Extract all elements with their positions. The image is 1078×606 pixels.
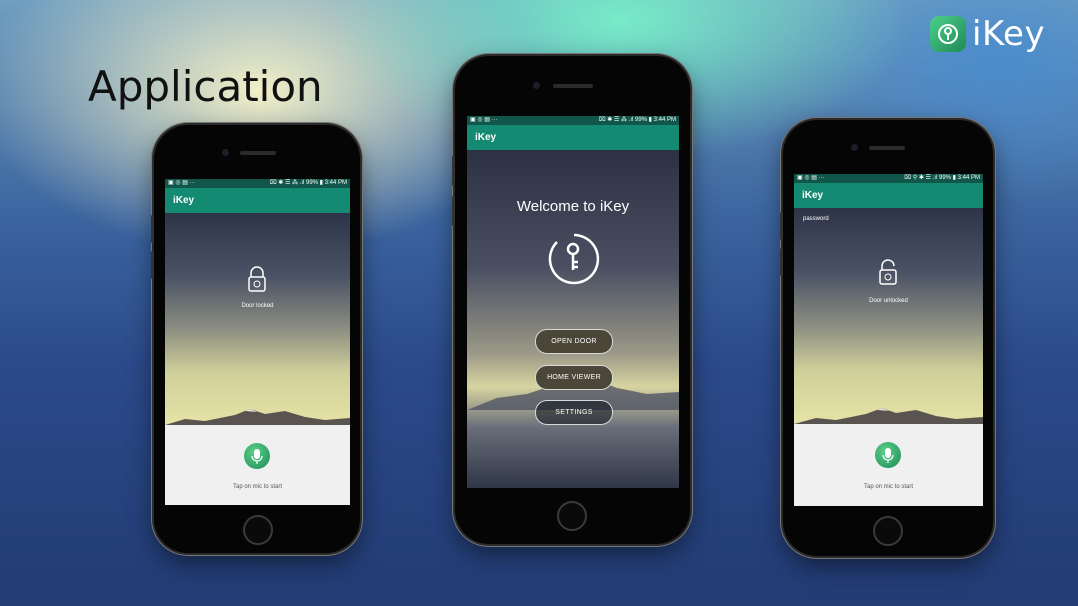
- earpiece: [553, 84, 593, 88]
- phone-screen: ▣ ◎ ▤ ··· ⌧ ✱ ☰ ⁂ .ıl 99% ▮ 3:44 PM iKey…: [165, 179, 350, 505]
- phone-unlocked: ▣ ◎ ▤ ··· ⌧ ⚲ ✱ ☰ .ıl 99% ▮ 3:44 PM iKey…: [780, 120, 993, 556]
- front-camera: [222, 149, 229, 156]
- brand-name: iKey: [972, 14, 1046, 54]
- phone-welcome: ▣ ◎ ▤ ··· ⌧ ✱ ☰ ⁂ .ıl 99% ▮ 3:44 PM iKey…: [452, 56, 690, 544]
- app-bar: iKey: [467, 125, 679, 150]
- status-right: ⌧ ⚲ ✱ ☰ .ıl 99% ▮ 3:44 PM: [904, 175, 980, 181]
- home-button[interactable]: [557, 501, 587, 531]
- home-button[interactable]: [873, 516, 903, 546]
- status-left: ▣ ◎ ▤ ···: [797, 175, 825, 181]
- status-bar: ▣ ◎ ▤ ··· ⌧ ⚲ ✱ ☰ .ıl 99% ▮ 3:44 PM: [794, 174, 983, 183]
- lock-icon: [247, 265, 267, 298]
- app-title: iKey: [173, 195, 195, 206]
- lock-state-label: Door unlocked: [869, 298, 908, 304]
- microphone-icon: [251, 449, 263, 464]
- mountain-image: [165, 403, 350, 425]
- lock-state-label: Door locked: [241, 303, 274, 309]
- slide-heading: Application: [88, 62, 323, 111]
- microphone-icon: [882, 448, 894, 463]
- voice-panel: Tap on mic to start: [165, 425, 350, 505]
- mountain-image: [794, 402, 983, 424]
- background-area: Welcome to iKey OPEN DOOR HOME VIEWER SE…: [467, 150, 679, 488]
- earpiece: [869, 146, 905, 150]
- phone-screen: ▣ ◎ ▤ ··· ⌧ ⚲ ✱ ☰ .ıl 99% ▮ 3:44 PM iKey…: [794, 174, 983, 506]
- open-door-button[interactable]: OPEN DOOR: [535, 329, 613, 354]
- phone-locked: ▣ ◎ ▤ ··· ⌧ ✱ ☰ ⁂ .ıl 99% ▮ 3:44 PM iKey…: [151, 125, 360, 553]
- mic-hint: Tap on mic to start: [232, 484, 283, 490]
- status-bar: ▣ ◎ ▤ ··· ⌧ ✱ ☰ ⁂ .ıl 99% ▮ 3:44 PM: [165, 179, 350, 188]
- background-area: Door locked: [165, 213, 350, 425]
- status-right: ⌧ ✱ ☰ ⁂ .ıl 99% ▮ 3:44 PM: [598, 117, 676, 123]
- app-title: iKey: [475, 132, 497, 143]
- status-left: ▣ ◎ ▤ ···: [168, 180, 196, 186]
- app-bar: iKey: [794, 183, 983, 208]
- background-area: password Door unlocked: [794, 208, 983, 424]
- status-bar: ▣ ◎ ▤ ··· ⌧ ✱ ☰ ⁂ .ıl 99% ▮ 3:44 PM: [467, 116, 679, 125]
- key-lock-icon: [930, 16, 966, 52]
- app-bar: iKey: [165, 188, 350, 213]
- voice-panel: Tap on mic to start: [794, 424, 983, 506]
- ikey-logo: iKey: [930, 14, 1045, 54]
- settings-button[interactable]: SETTINGS: [535, 400, 613, 425]
- key-logo-icon: [547, 232, 601, 291]
- mic-hint: Tap on mic to start: [863, 484, 914, 490]
- home-button[interactable]: [243, 515, 273, 545]
- mic-button[interactable]: [875, 442, 901, 468]
- status-right: ⌧ ✱ ☰ ⁂ .ıl 99% ▮ 3:44 PM: [269, 180, 347, 186]
- welcome-title: Welcome to iKey: [516, 198, 630, 215]
- mic-button[interactable]: [244, 443, 270, 469]
- app-title: iKey: [802, 190, 824, 201]
- unlock-icon: [878, 258, 898, 291]
- password-label: password: [803, 216, 829, 222]
- front-camera: [851, 144, 858, 151]
- phone-screen: ▣ ◎ ▤ ··· ⌧ ✱ ☰ ⁂ .ıl 99% ▮ 3:44 PM iKey…: [467, 116, 679, 488]
- status-left: ▣ ◎ ▤ ···: [470, 117, 498, 123]
- home-viewer-button[interactable]: HOME VIEWER: [535, 365, 613, 390]
- front-camera: [533, 82, 540, 89]
- earpiece: [240, 151, 276, 155]
